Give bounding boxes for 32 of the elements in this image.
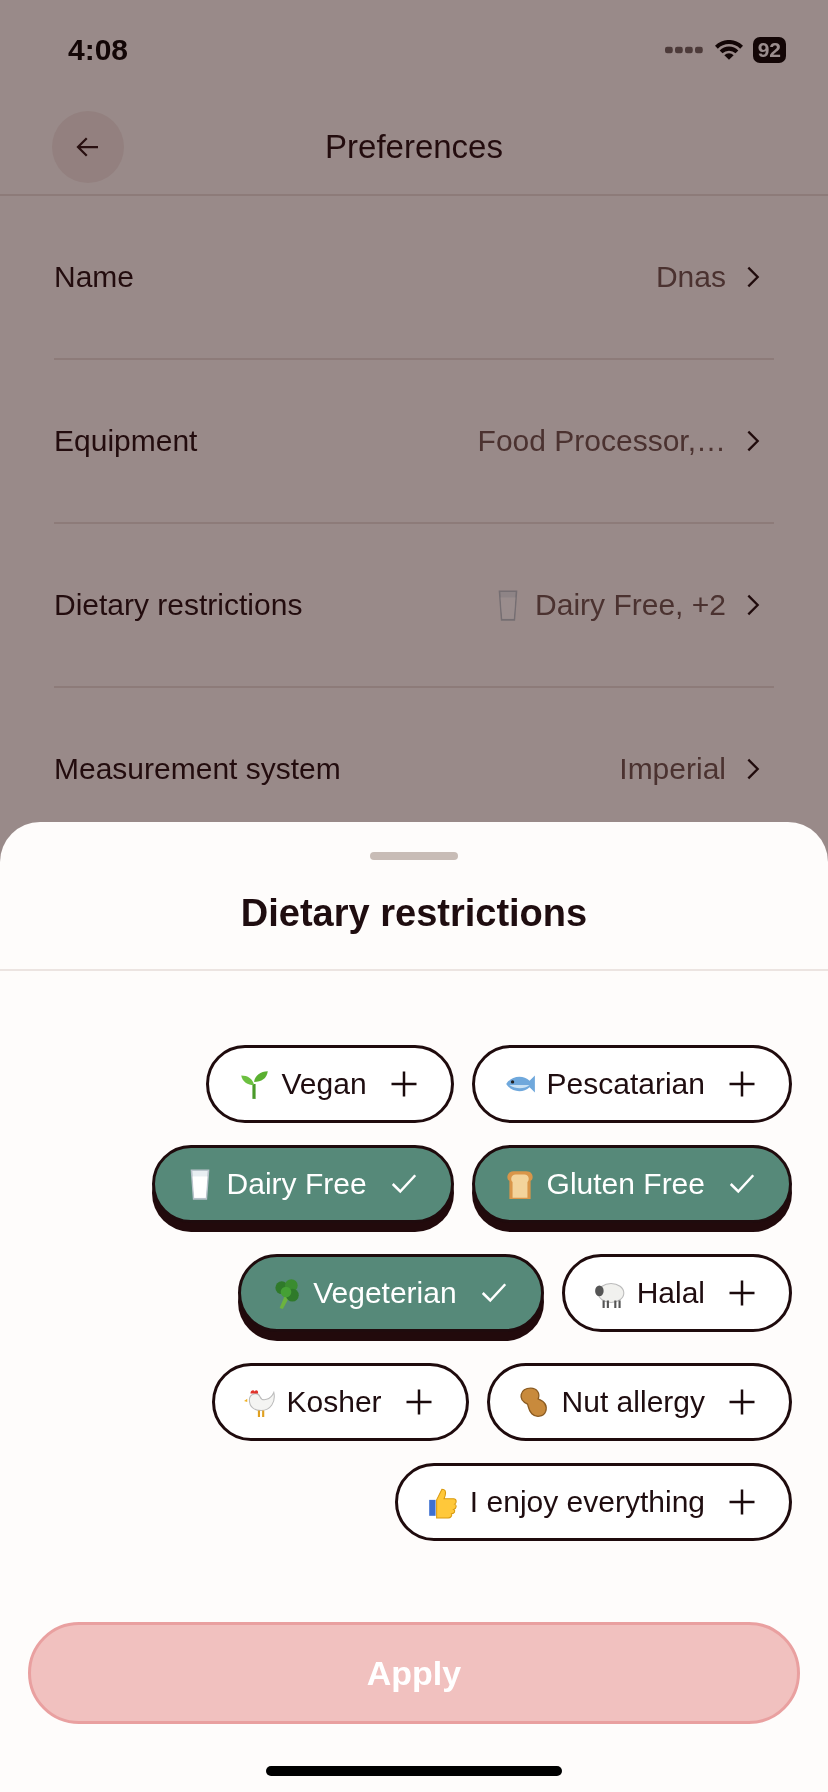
settings-row[interactable]: Name Dnas: [54, 196, 774, 360]
battery-level: 92: [752, 37, 786, 63]
sheet-title: Dietary restrictions: [0, 860, 828, 971]
settings-row[interactable]: Dietary restrictions Dairy Free, +2: [54, 524, 774, 688]
row-value: Dnas: [655, 260, 726, 294]
diet-chip[interactable]: Pescatarian: [471, 1045, 792, 1123]
diet-chip[interactable]: Nut allergy: [486, 1363, 792, 1441]
settings-row[interactable]: Equipment Food Processor,…: [54, 360, 774, 524]
row-label: Dietary restrictions: [54, 588, 303, 622]
chevron-icon: [746, 757, 760, 781]
diet-chip[interactable]: I enjoy everything: [394, 1463, 792, 1541]
row-value: Imperial: [619, 752, 726, 786]
row-value: Dairy Free, +2: [535, 588, 726, 622]
wifi-icon: [714, 39, 743, 61]
plus-icon: [727, 1069, 757, 1099]
chevron-icon: [746, 429, 760, 453]
page-title: Preferences: [325, 128, 503, 166]
row-label: Measurement system: [54, 752, 341, 786]
signal-icon: [664, 44, 705, 56]
status-time: 4:08: [68, 33, 129, 67]
diet-chip[interactable]: Vegan: [206, 1045, 454, 1123]
diet-chip[interactable]: Kosher: [211, 1363, 469, 1441]
plus-icon: [727, 1487, 757, 1517]
plus-icon: [727, 1278, 757, 1308]
sheet-handle[interactable]: [370, 852, 458, 860]
row-label: Equipment: [54, 424, 198, 458]
diet-chip[interactable]: Halal: [561, 1254, 792, 1332]
chevron-icon: [746, 265, 760, 289]
row-value: Food Processor,…: [477, 424, 726, 458]
plus-icon: [727, 1387, 757, 1417]
chevron-icon: [746, 593, 760, 617]
row-label: Name: [54, 260, 135, 294]
